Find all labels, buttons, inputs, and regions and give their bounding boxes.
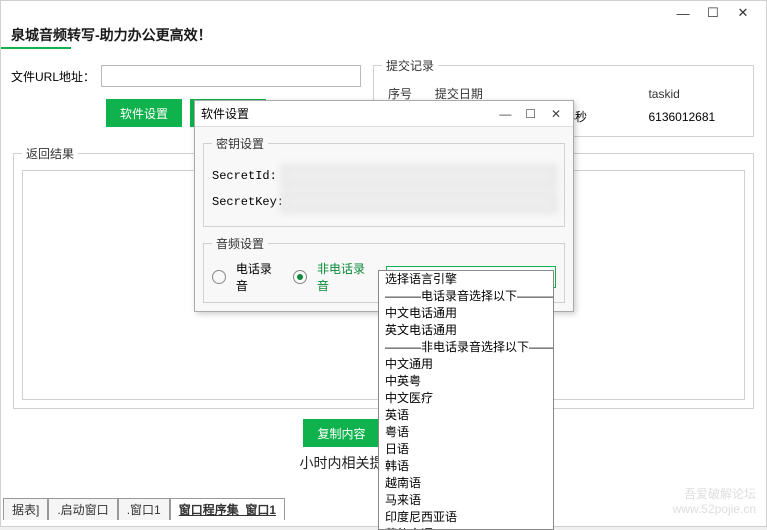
minimize-icon[interactable]: — [668, 6, 698, 21]
maximize-icon[interactable]: ☐ [698, 5, 728, 21]
tab-window1[interactable]: .窗口1 [118, 498, 170, 520]
language-dropdown[interactable]: 选择语言引擎———电话录音选择以下———中文电话通用英文电话通用———非电话录音… [378, 270, 554, 530]
secret-id-input[interactable] [282, 166, 556, 186]
bottom-tabs: 据表] .启动窗口 .窗口1 窗口程序集_窗口1 [3, 498, 285, 520]
secret-id-label: SecretId: [212, 169, 278, 183]
dropdown-item[interactable]: 韩语 [379, 458, 553, 475]
result-legend: 返回结果 [22, 145, 78, 162]
url-input[interactable] [101, 65, 361, 87]
app-title: 泉城音频转写-助力办公更高效！ [1, 25, 766, 47]
dropdown-item[interactable]: ———电话录音选择以下——— [379, 288, 553, 305]
radio-nonphone[interactable] [293, 270, 307, 284]
dropdown-item[interactable]: 中文通用 [379, 356, 553, 373]
dropdown-item[interactable]: 英语 [379, 407, 553, 424]
watermark-line1: 吾爱破解论坛 [673, 487, 756, 501]
audio-settings-legend: 音频设置 [212, 235, 268, 252]
watermark: 吾爱破解论坛 www.52pojie.cn [673, 487, 756, 516]
dialog-title: 软件设置 [201, 105, 249, 122]
main-titlebar: — ☐ ✕ [1, 1, 766, 25]
col-taskid: taskid [642, 82, 745, 105]
cell-taskid: 6136012681 [642, 105, 745, 128]
title-underline [1, 47, 71, 49]
software-settings-button[interactable]: 软件设置 [106, 99, 182, 127]
dialog-minimize-icon[interactable]: — [494, 107, 516, 121]
dropdown-item[interactable]: 越南语 [379, 475, 553, 492]
close-icon[interactable]: ✕ [728, 5, 758, 21]
dropdown-item[interactable]: 印度尼西亚语 [379, 509, 553, 526]
dropdown-item[interactable]: 粤语 [379, 424, 553, 441]
dropdown-item[interactable]: 中文电话通用 [379, 305, 553, 322]
secret-key-input[interactable] [282, 192, 556, 212]
dropdown-item[interactable]: 中文医疗 [379, 390, 553, 407]
key-settings-group: 密钥设置 SecretId: SecretKey: [203, 135, 565, 227]
copy-content-button[interactable]: 复制内容 [303, 419, 379, 447]
dropdown-item[interactable]: 马来语 [379, 492, 553, 509]
radio-phone-label: 电话录音 [236, 260, 283, 294]
dropdown-item[interactable]: 选择语言引擎 [379, 271, 553, 288]
tab-window-proc[interactable]: 窗口程序集_窗口1 [170, 498, 285, 520]
dropdown-item[interactable]: 英文电话通用 [379, 322, 553, 339]
dialog-maximize-icon[interactable]: ☐ [520, 107, 542, 121]
dialog-close-icon[interactable]: ✕ [545, 107, 567, 121]
dropdown-item[interactable]: 日语 [379, 441, 553, 458]
dropdown-item[interactable]: 中英粤 [379, 373, 553, 390]
secret-key-label: SecretKey: [212, 195, 278, 209]
radio-nonphone-label: 非电话录音 [317, 260, 376, 294]
tab-start-window[interactable]: .启动窗口 [48, 498, 117, 520]
submit-records-legend: 提交记录 [382, 57, 438, 74]
url-label: 文件URL地址： [11, 68, 95, 85]
tab-data-table[interactable]: 据表] [3, 498, 48, 520]
watermark-line2: www.52pojie.cn [673, 502, 756, 516]
dropdown-item[interactable]: ———非电话录音选择以下——— [379, 339, 553, 356]
key-settings-legend: 密钥设置 [212, 135, 268, 152]
radio-phone[interactable] [212, 270, 226, 284]
